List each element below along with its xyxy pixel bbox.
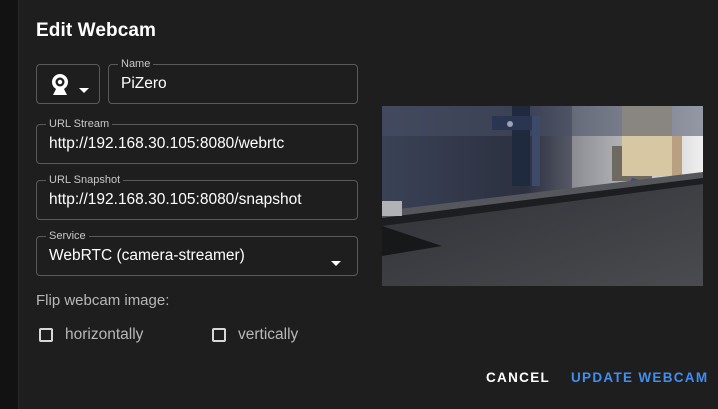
webcam-preview-image [382,106,703,286]
url-stream-field[interactable]: URL Stream http://192.168.30.105:8080/we… [36,117,358,164]
flip-webcam-label: Flip webcam image: [36,292,170,309]
update-webcam-button[interactable]: UPDATE WEBCAM [571,370,708,385]
flip-horizontal-label: horizontally [65,326,144,343]
url-snapshot-field[interactable]: URL Snapshot http://192.168.30.105:8080/… [36,173,358,220]
url-stream-label: URL Stream [46,117,113,131]
name-field[interactable]: Name PiZero [108,57,358,104]
url-snapshot-value: http://192.168.30.105:8080/snapshot [49,191,302,208]
webcam-icon-select[interactable] [36,64,100,104]
chevron-down-icon [79,81,89,99]
dialog-title: Edit Webcam [36,20,157,41]
page: Edit Webcam Name PiZero URL Stream http:… [0,0,718,409]
checkbox-box[interactable] [39,328,53,342]
name-field-value: PiZero [121,75,167,92]
edit-webcam-dialog: Edit Webcam Name PiZero URL Stream http:… [18,0,718,409]
service-select[interactable]: Service WebRTC (camera-streamer) [36,229,358,276]
url-stream-value: http://192.168.30.105:8080/webrtc [49,135,285,152]
flip-vertical-checkbox[interactable]: vertically [212,326,298,344]
service-value: WebRTC (camera-streamer) [49,247,245,264]
flip-vertical-label: vertically [238,326,299,343]
cancel-button[interactable]: CANCEL [486,370,550,385]
flip-horizontal-checkbox[interactable]: horizontally [39,326,143,344]
url-snapshot-label: URL Snapshot [46,173,124,187]
name-field-label: Name [118,57,154,71]
service-label: Service [46,229,89,243]
chevron-down-icon [331,254,341,272]
checkbox-box[interactable] [212,328,226,342]
webcam-icon [49,73,71,102]
